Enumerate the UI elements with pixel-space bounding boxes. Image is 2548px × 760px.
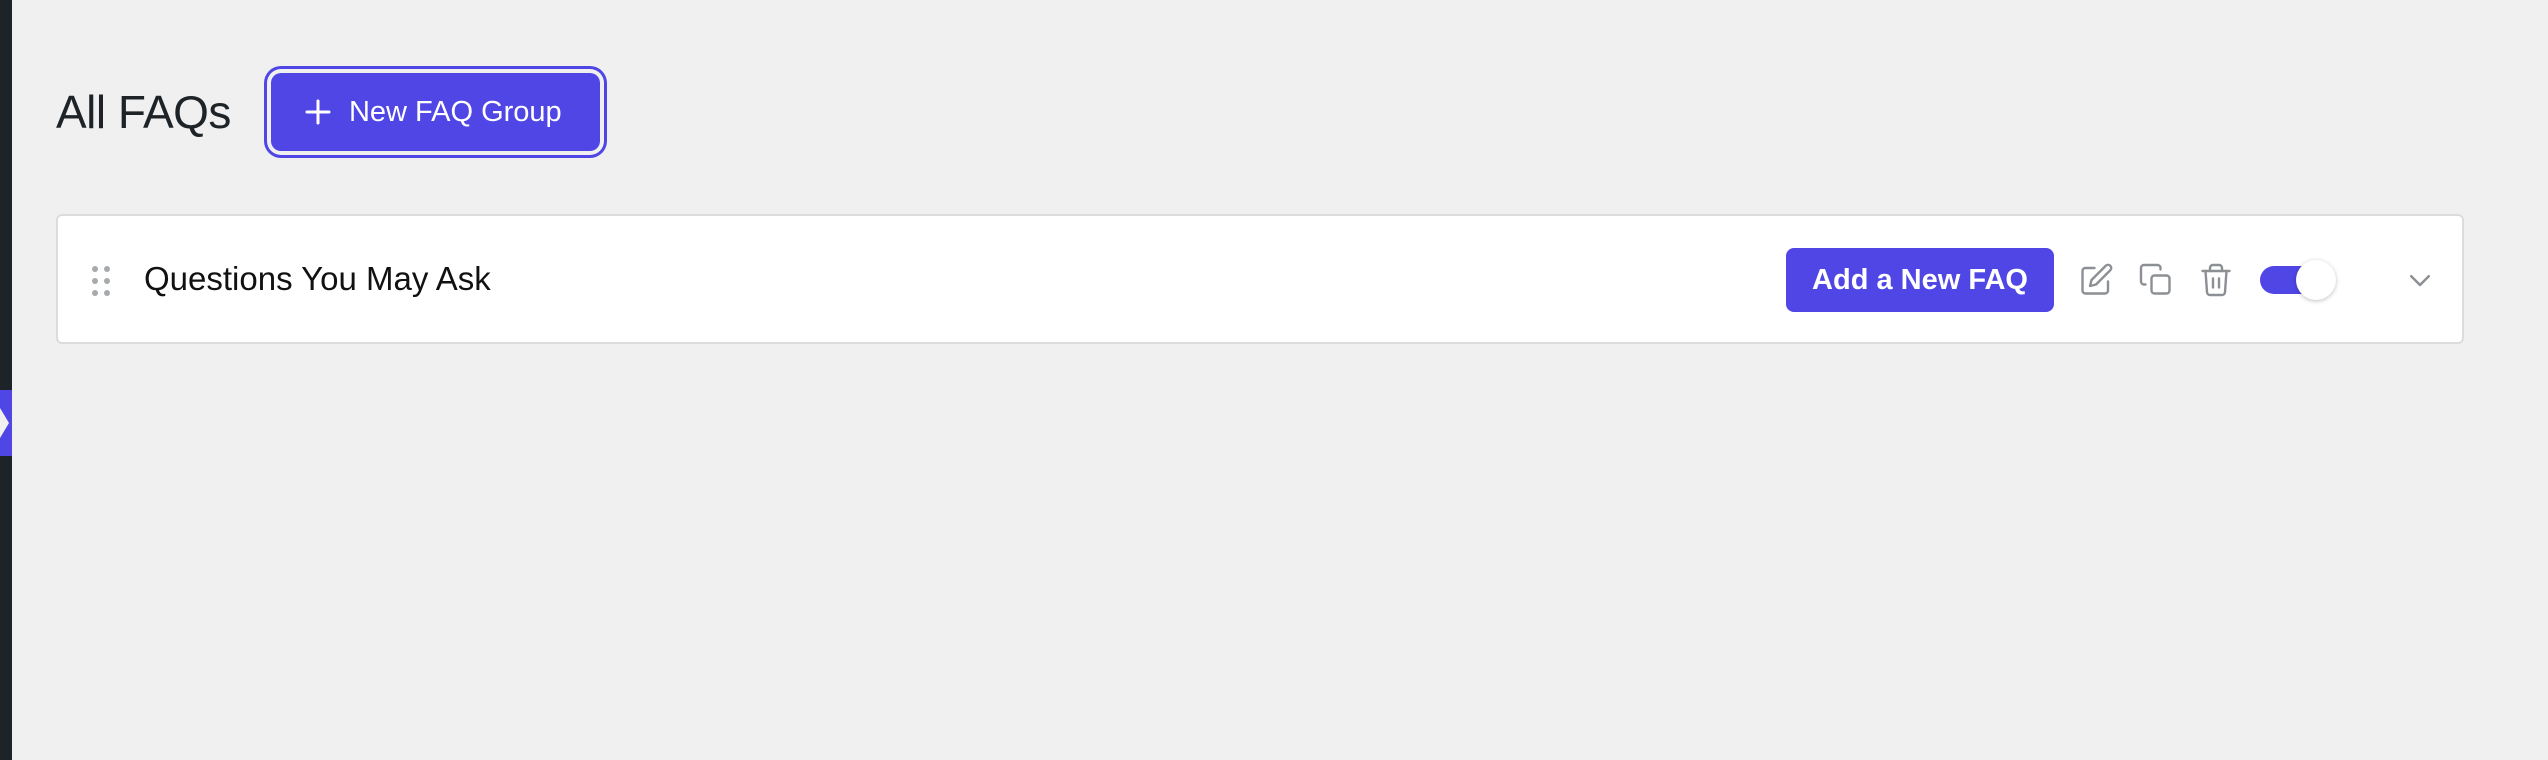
new-faq-group-button[interactable]: New FAQ Group <box>270 73 600 151</box>
edit-icon[interactable] <box>2076 260 2116 300</box>
page-title: All FAQs <box>56 86 231 138</box>
drag-handle-icon[interactable] <box>90 264 112 298</box>
sidebar-collapse-arrow-icon <box>0 408 9 438</box>
add-new-faq-button[interactable]: Add a New FAQ <box>1786 248 2054 312</box>
faq-group-card: Questions You May Ask Add a New FAQ <box>56 214 2464 344</box>
group-enabled-toggle[interactable] <box>2260 260 2336 300</box>
new-faq-group-label: New FAQ Group <box>348 95 562 128</box>
faq-group-title: Questions You May Ask <box>144 260 491 297</box>
admin-sidebar-edge <box>0 0 12 760</box>
page-header: All FAQs New FAQ Group <box>56 68 600 156</box>
plus-icon <box>305 99 331 125</box>
toggle-knob <box>2296 260 2336 300</box>
copy-icon[interactable] <box>2136 260 2176 300</box>
trash-icon[interactable] <box>2196 260 2236 300</box>
chevron-down-icon[interactable] <box>2400 260 2440 300</box>
